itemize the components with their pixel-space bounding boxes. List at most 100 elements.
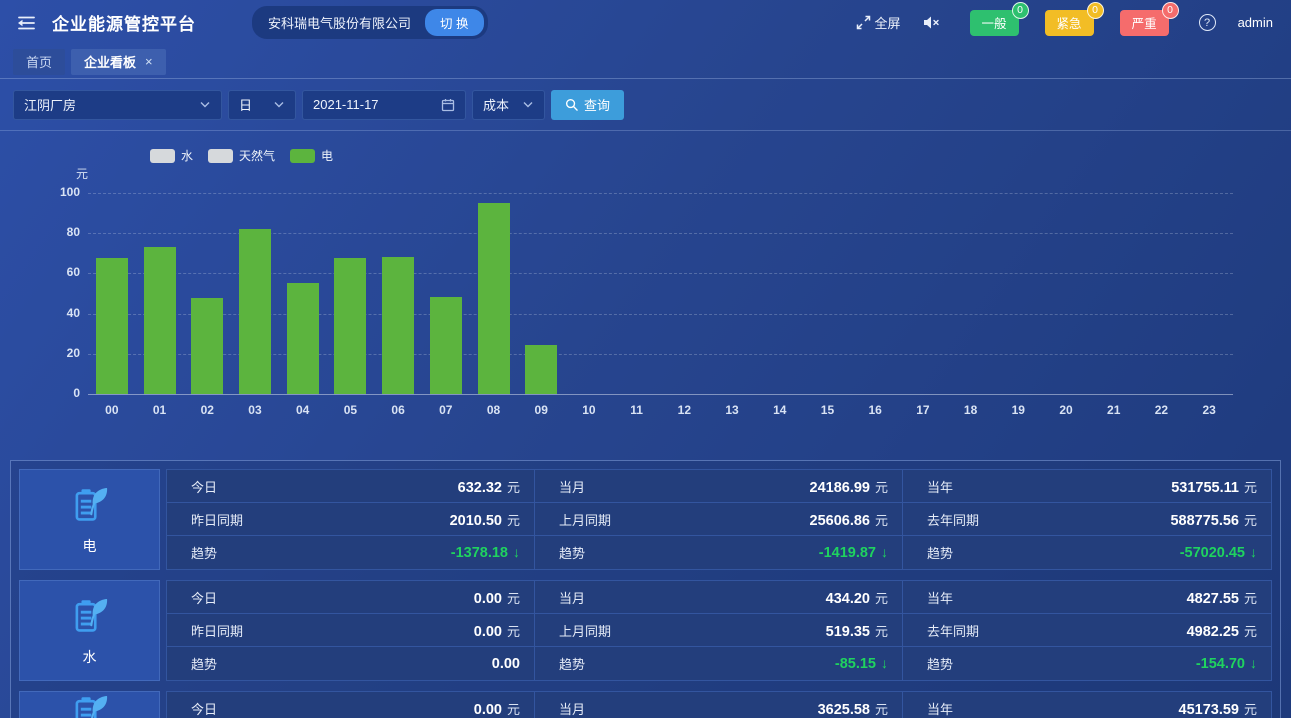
- cell-value-group: 531755.11元: [1171, 477, 1257, 496]
- legend-label: 水: [181, 147, 193, 164]
- tab[interactable]: 首页: [13, 49, 65, 75]
- cell-value-group: -1419.87↓: [819, 544, 888, 561]
- table-cell: 趋势-57020.45↓: [903, 536, 1271, 569]
- bar-02[interactable]: [191, 298, 223, 394]
- trend-down-arrow-icon: ↓: [881, 655, 888, 671]
- trend-down-arrow-icon: ↓: [1250, 655, 1257, 671]
- table-cell: 当年531755.11元: [903, 470, 1271, 503]
- tab[interactable]: 企业看板×: [71, 49, 166, 75]
- cell-value-group: -85.15↓: [835, 655, 888, 672]
- date-picker[interactable]: 2021-11-17: [302, 90, 466, 120]
- header-right: 全屏 一般0 紧急0 严重0 ? admin: [856, 10, 1273, 36]
- table-cell: 上月同期519.35元: [535, 614, 903, 647]
- energy-card-table: 今日632.32元当月24186.99元当年531755.11元昨日同期2010…: [166, 469, 1272, 570]
- mute-button[interactable]: [923, 15, 940, 30]
- bar-07[interactable]: [430, 297, 462, 394]
- cell-value-group: 0.00元: [474, 699, 520, 718]
- cell-value: 45173.59: [1179, 702, 1239, 718]
- y-axis-tick: 0: [36, 386, 80, 400]
- fullscreen-label: 全屏: [875, 13, 901, 32]
- cell-value: 2010.50: [450, 513, 502, 529]
- cell-value: 531755.11: [1171, 480, 1239, 496]
- cell-value-group: 4827.55元: [1187, 588, 1257, 607]
- cell-value: 3625.58: [818, 702, 870, 718]
- gridline: [88, 394, 1233, 395]
- cell-value: 0.00: [492, 656, 520, 672]
- cell-label: 今日: [191, 588, 217, 607]
- bar-04[interactable]: [287, 283, 319, 394]
- table-cell: 当年45173.59元: [903, 692, 1271, 718]
- metric-select[interactable]: 成本: [472, 90, 545, 120]
- x-axis-tick: 02: [183, 403, 231, 417]
- site-select[interactable]: 江阴厂房: [13, 90, 222, 120]
- calendar-icon: [441, 98, 455, 112]
- metric-select-value: 成本: [483, 95, 509, 114]
- cell-value: 25606.86: [810, 513, 870, 529]
- cell-label: 当月: [559, 699, 585, 718]
- bar-01[interactable]: [144, 247, 176, 394]
- energy-summary-cards: 电今日632.32元当月24186.99元当年531755.11元昨日同期201…: [10, 460, 1281, 718]
- bar-00[interactable]: [96, 258, 128, 394]
- bar-09[interactable]: [525, 345, 557, 394]
- energy-card-icon-box[interactable]: 电: [19, 469, 160, 570]
- battery-leaf-icon: [69, 692, 111, 718]
- period-select-value: 日: [239, 95, 252, 114]
- legend-swatch: [150, 149, 175, 163]
- cell-label: 趋势: [559, 543, 585, 562]
- alarm-button[interactable]: 一般0: [970, 10, 1019, 36]
- legend-swatch: [208, 149, 233, 163]
- cell-label: 上月同期: [559, 621, 611, 640]
- alarm-button[interactable]: 严重0: [1120, 10, 1169, 36]
- filter-bar: 江阴厂房 日 2021-11-17 成本 查询: [0, 79, 1291, 131]
- table-cell: 去年同期 588775.56元: [903, 503, 1271, 536]
- cell-value-group: 632.32元: [458, 477, 520, 496]
- x-axis-tick: 23: [1185, 403, 1233, 417]
- query-button[interactable]: 查询: [551, 90, 624, 120]
- bar-06[interactable]: [382, 257, 414, 394]
- energy-card-icon-box[interactable]: [19, 691, 160, 718]
- table-cell: 趋势-154.70↓: [903, 647, 1271, 680]
- bar-05[interactable]: [334, 258, 366, 394]
- cell-value: 588775.56: [1170, 513, 1239, 529]
- tab-label: 首页: [26, 52, 52, 71]
- cell-label: 上月同期: [559, 510, 611, 529]
- battery-leaf-icon: [69, 595, 111, 640]
- x-axis-tick: 16: [851, 403, 899, 417]
- legend-item[interactable]: 天然气: [208, 147, 275, 164]
- cell-label: 趋势: [559, 654, 585, 673]
- legend-swatch: [290, 149, 315, 163]
- username: admin: [1238, 15, 1273, 30]
- cell-value: -154.70: [1196, 656, 1245, 672]
- bar-08[interactable]: [478, 203, 510, 394]
- battery-leaf-icon: [69, 484, 111, 529]
- bar-03[interactable]: [239, 229, 271, 394]
- cell-unit: 元: [1244, 699, 1257, 718]
- cell-value: 4827.55: [1187, 591, 1239, 607]
- cell-label: 昨日同期: [191, 510, 243, 529]
- tab-close-icon[interactable]: ×: [145, 54, 153, 69]
- cell-value: -1378.18: [451, 545, 508, 561]
- fullscreen-icon: [856, 15, 871, 30]
- cell-value: 4982.25: [1187, 624, 1239, 640]
- energy-card-icon-box[interactable]: 水: [19, 580, 160, 681]
- company-switcher: 安科瑞电气股份有限公司 切 换: [252, 6, 488, 39]
- collapse-menu-icon[interactable]: [14, 11, 38, 35]
- cell-label: 去年同期: [927, 510, 979, 529]
- energy-card-label: 电: [83, 536, 97, 556]
- cell-value-group: 588775.56元: [1170, 510, 1257, 529]
- legend-label: 电: [321, 147, 333, 164]
- period-select[interactable]: 日: [228, 90, 296, 120]
- switch-company-button[interactable]: 切 换: [425, 9, 483, 36]
- y-axis-tick: 100: [36, 185, 80, 199]
- legend-item[interactable]: 电: [290, 147, 333, 164]
- cell-label: 趋势: [191, 654, 217, 673]
- x-axis-tick: 11: [613, 403, 661, 417]
- help-icon[interactable]: ?: [1199, 14, 1216, 31]
- fullscreen-button[interactable]: 全屏: [856, 13, 901, 32]
- cell-value: -1419.87: [819, 545, 876, 561]
- legend-item[interactable]: 水: [150, 147, 193, 164]
- cell-value-group: -1378.18↓: [451, 544, 520, 561]
- table-cell: 去年同期4982.25元: [903, 614, 1271, 647]
- alarm-button[interactable]: 紧急0: [1045, 10, 1094, 36]
- table-cell: 今日0.00元: [167, 692, 535, 718]
